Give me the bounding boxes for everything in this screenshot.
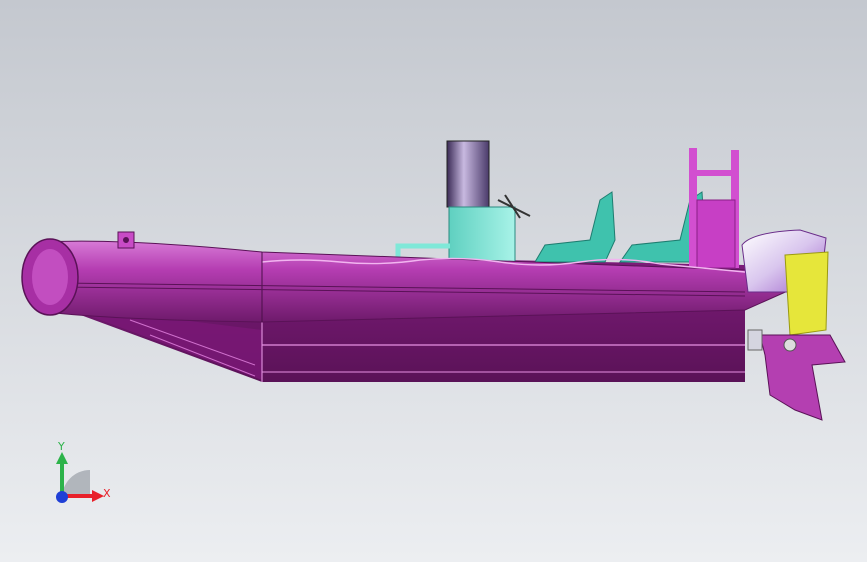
y-axis-label: Y bbox=[58, 440, 65, 453]
console-funnel bbox=[446, 140, 490, 208]
x-axis-label: X bbox=[103, 487, 111, 500]
viewport-canvas[interactable] bbox=[0, 0, 867, 562]
z-axis-dot bbox=[56, 491, 68, 503]
cad-viewport[interactable]: Y X bbox=[0, 0, 867, 562]
console-body bbox=[448, 206, 516, 263]
engine-bracket bbox=[784, 251, 829, 336]
